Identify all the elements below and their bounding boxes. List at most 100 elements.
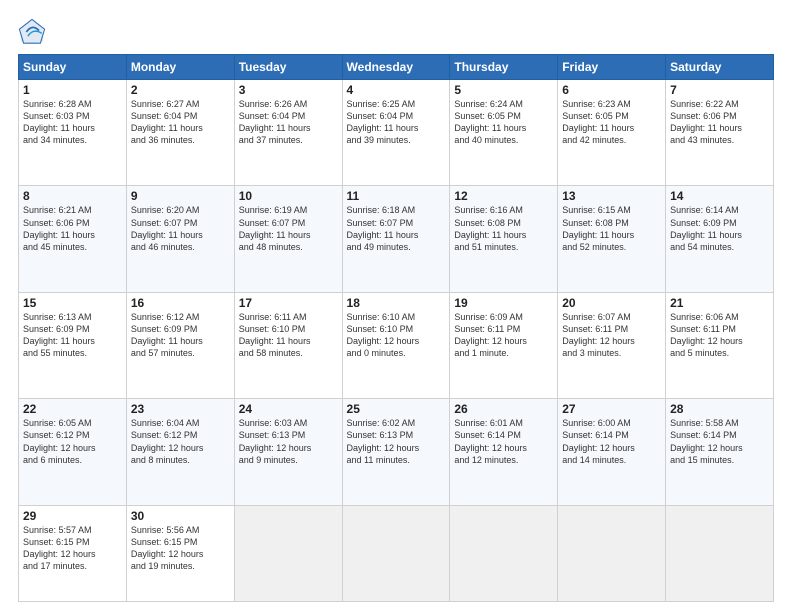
week-row-4: 29Sunrise: 5:57 AM Sunset: 6:15 PM Dayli… [19, 505, 774, 601]
calendar-cell: 29Sunrise: 5:57 AM Sunset: 6:15 PM Dayli… [19, 505, 127, 601]
weekday-header-friday: Friday [558, 55, 666, 80]
day-number: 7 [670, 83, 769, 97]
calendar-cell: 2Sunrise: 6:27 AM Sunset: 6:04 PM Daylig… [126, 80, 234, 186]
weekday-header-thursday: Thursday [450, 55, 558, 80]
day-number: 21 [670, 296, 769, 310]
day-info: Sunrise: 6:06 AM Sunset: 6:11 PM Dayligh… [670, 311, 769, 360]
header [18, 18, 774, 46]
day-number: 30 [131, 509, 230, 523]
day-info: Sunrise: 6:09 AM Sunset: 6:11 PM Dayligh… [454, 311, 553, 360]
day-info: Sunrise: 6:25 AM Sunset: 6:04 PM Dayligh… [347, 98, 446, 147]
weekday-header-row: SundayMondayTuesdayWednesdayThursdayFrid… [19, 55, 774, 80]
calendar-cell [558, 505, 666, 601]
calendar-cell: 10Sunrise: 6:19 AM Sunset: 6:07 PM Dayli… [234, 186, 342, 292]
day-info: Sunrise: 6:23 AM Sunset: 6:05 PM Dayligh… [562, 98, 661, 147]
logo-icon [18, 18, 46, 46]
day-info: Sunrise: 6:20 AM Sunset: 6:07 PM Dayligh… [131, 204, 230, 253]
calendar-cell: 8Sunrise: 6:21 AM Sunset: 6:06 PM Daylig… [19, 186, 127, 292]
calendar-cell [234, 505, 342, 601]
calendar-cell: 24Sunrise: 6:03 AM Sunset: 6:13 PM Dayli… [234, 399, 342, 505]
day-number: 6 [562, 83, 661, 97]
calendar-cell: 1Sunrise: 6:28 AM Sunset: 6:03 PM Daylig… [19, 80, 127, 186]
calendar-cell [342, 505, 450, 601]
day-number: 13 [562, 189, 661, 203]
calendar-cell: 21Sunrise: 6:06 AM Sunset: 6:11 PM Dayli… [666, 292, 774, 398]
calendar-cell: 25Sunrise: 6:02 AM Sunset: 6:13 PM Dayli… [342, 399, 450, 505]
day-info: Sunrise: 6:02 AM Sunset: 6:13 PM Dayligh… [347, 417, 446, 466]
calendar-table: SundayMondayTuesdayWednesdayThursdayFrid… [18, 54, 774, 602]
week-row-0: 1Sunrise: 6:28 AM Sunset: 6:03 PM Daylig… [19, 80, 774, 186]
calendar-cell: 15Sunrise: 6:13 AM Sunset: 6:09 PM Dayli… [19, 292, 127, 398]
day-number: 15 [23, 296, 122, 310]
day-number: 1 [23, 83, 122, 97]
calendar-cell: 23Sunrise: 6:04 AM Sunset: 6:12 PM Dayli… [126, 399, 234, 505]
day-number: 2 [131, 83, 230, 97]
day-info: Sunrise: 6:14 AM Sunset: 6:09 PM Dayligh… [670, 204, 769, 253]
day-number: 11 [347, 189, 446, 203]
day-info: Sunrise: 6:19 AM Sunset: 6:07 PM Dayligh… [239, 204, 338, 253]
calendar-cell: 3Sunrise: 6:26 AM Sunset: 6:04 PM Daylig… [234, 80, 342, 186]
day-info: Sunrise: 6:16 AM Sunset: 6:08 PM Dayligh… [454, 204, 553, 253]
day-number: 14 [670, 189, 769, 203]
day-number: 9 [131, 189, 230, 203]
logo [18, 18, 50, 46]
calendar-cell: 19Sunrise: 6:09 AM Sunset: 6:11 PM Dayli… [450, 292, 558, 398]
day-number: 23 [131, 402, 230, 416]
day-info: Sunrise: 6:04 AM Sunset: 6:12 PM Dayligh… [131, 417, 230, 466]
calendar-cell: 4Sunrise: 6:25 AM Sunset: 6:04 PM Daylig… [342, 80, 450, 186]
day-number: 19 [454, 296, 553, 310]
day-info: Sunrise: 6:01 AM Sunset: 6:14 PM Dayligh… [454, 417, 553, 466]
day-number: 16 [131, 296, 230, 310]
day-number: 17 [239, 296, 338, 310]
day-info: Sunrise: 6:26 AM Sunset: 6:04 PM Dayligh… [239, 98, 338, 147]
day-info: Sunrise: 6:24 AM Sunset: 6:05 PM Dayligh… [454, 98, 553, 147]
calendar-cell: 22Sunrise: 6:05 AM Sunset: 6:12 PM Dayli… [19, 399, 127, 505]
day-number: 18 [347, 296, 446, 310]
weekday-header-saturday: Saturday [666, 55, 774, 80]
calendar-cell [666, 505, 774, 601]
calendar-cell: 20Sunrise: 6:07 AM Sunset: 6:11 PM Dayli… [558, 292, 666, 398]
day-info: Sunrise: 6:05 AM Sunset: 6:12 PM Dayligh… [23, 417, 122, 466]
calendar-cell: 17Sunrise: 6:11 AM Sunset: 6:10 PM Dayli… [234, 292, 342, 398]
calendar-cell: 7Sunrise: 6:22 AM Sunset: 6:06 PM Daylig… [666, 80, 774, 186]
day-number: 27 [562, 402, 661, 416]
day-info: Sunrise: 5:57 AM Sunset: 6:15 PM Dayligh… [23, 524, 122, 573]
calendar-cell: 6Sunrise: 6:23 AM Sunset: 6:05 PM Daylig… [558, 80, 666, 186]
weekday-header-tuesday: Tuesday [234, 55, 342, 80]
day-info: Sunrise: 6:00 AM Sunset: 6:14 PM Dayligh… [562, 417, 661, 466]
day-info: Sunrise: 6:28 AM Sunset: 6:03 PM Dayligh… [23, 98, 122, 147]
day-info: Sunrise: 6:12 AM Sunset: 6:09 PM Dayligh… [131, 311, 230, 360]
day-info: Sunrise: 6:22 AM Sunset: 6:06 PM Dayligh… [670, 98, 769, 147]
calendar-cell: 26Sunrise: 6:01 AM Sunset: 6:14 PM Dayli… [450, 399, 558, 505]
calendar-cell: 28Sunrise: 5:58 AM Sunset: 6:14 PM Dayli… [666, 399, 774, 505]
weekday-header-wednesday: Wednesday [342, 55, 450, 80]
calendar-cell: 11Sunrise: 6:18 AM Sunset: 6:07 PM Dayli… [342, 186, 450, 292]
day-info: Sunrise: 6:10 AM Sunset: 6:10 PM Dayligh… [347, 311, 446, 360]
day-number: 4 [347, 83, 446, 97]
day-info: Sunrise: 5:56 AM Sunset: 6:15 PM Dayligh… [131, 524, 230, 573]
day-info: Sunrise: 6:13 AM Sunset: 6:09 PM Dayligh… [23, 311, 122, 360]
day-info: Sunrise: 6:21 AM Sunset: 6:06 PM Dayligh… [23, 204, 122, 253]
day-number: 22 [23, 402, 122, 416]
day-number: 28 [670, 402, 769, 416]
day-number: 26 [454, 402, 553, 416]
calendar-cell: 27Sunrise: 6:00 AM Sunset: 6:14 PM Dayli… [558, 399, 666, 505]
day-number: 29 [23, 509, 122, 523]
day-info: Sunrise: 6:15 AM Sunset: 6:08 PM Dayligh… [562, 204, 661, 253]
day-info: Sunrise: 6:27 AM Sunset: 6:04 PM Dayligh… [131, 98, 230, 147]
calendar-cell: 12Sunrise: 6:16 AM Sunset: 6:08 PM Dayli… [450, 186, 558, 292]
page: SundayMondayTuesdayWednesdayThursdayFrid… [0, 0, 792, 612]
day-number: 24 [239, 402, 338, 416]
calendar-cell: 14Sunrise: 6:14 AM Sunset: 6:09 PM Dayli… [666, 186, 774, 292]
day-number: 3 [239, 83, 338, 97]
calendar-cell: 16Sunrise: 6:12 AM Sunset: 6:09 PM Dayli… [126, 292, 234, 398]
day-number: 20 [562, 296, 661, 310]
day-number: 8 [23, 189, 122, 203]
week-row-3: 22Sunrise: 6:05 AM Sunset: 6:12 PM Dayli… [19, 399, 774, 505]
week-row-2: 15Sunrise: 6:13 AM Sunset: 6:09 PM Dayli… [19, 292, 774, 398]
day-info: Sunrise: 6:07 AM Sunset: 6:11 PM Dayligh… [562, 311, 661, 360]
day-number: 10 [239, 189, 338, 203]
calendar-cell: 18Sunrise: 6:10 AM Sunset: 6:10 PM Dayli… [342, 292, 450, 398]
day-info: Sunrise: 6:18 AM Sunset: 6:07 PM Dayligh… [347, 204, 446, 253]
day-number: 12 [454, 189, 553, 203]
